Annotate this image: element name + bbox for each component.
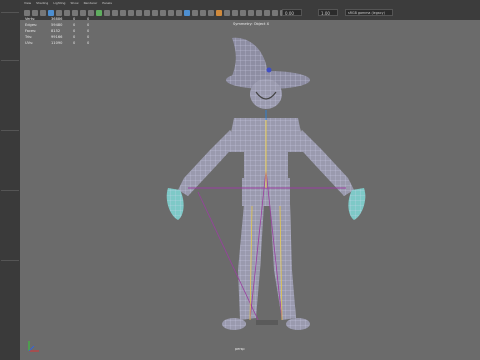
camera-label: persp bbox=[235, 347, 245, 351]
axis-gizmo-icon bbox=[28, 341, 39, 352]
motion-blur-icon[interactable] bbox=[240, 10, 246, 16]
character-mesh[interactable] bbox=[20, 20, 480, 360]
isolate-select-icon[interactable] bbox=[264, 10, 270, 16]
menu-renderer[interactable]: Renderer bbox=[84, 1, 98, 5]
toolbox-divider bbox=[1, 260, 19, 261]
legs bbox=[222, 204, 310, 330]
menu-view[interactable]: View bbox=[24, 1, 31, 5]
menu-panels[interactable]: Panels bbox=[102, 1, 112, 5]
hud-value: 11090 bbox=[51, 41, 63, 45]
panel-menu: View Shading Lighting Show Renderer Pane… bbox=[24, 1, 112, 5]
head bbox=[250, 79, 282, 109]
textured-icon[interactable] bbox=[208, 10, 214, 16]
xray-icon[interactable] bbox=[272, 10, 278, 16]
menu-shading[interactable]: Shading bbox=[36, 1, 48, 5]
safe-title-icon[interactable] bbox=[176, 10, 182, 16]
grid-icon[interactable] bbox=[128, 10, 134, 16]
resolution-gate-icon[interactable] bbox=[144, 10, 150, 16]
toolbox-divider bbox=[1, 60, 19, 61]
menu-lighting[interactable]: Lighting bbox=[53, 1, 65, 5]
camera-icon[interactable] bbox=[104, 10, 110, 16]
menu-show[interactable]: Show bbox=[70, 1, 78, 5]
safe-action-icon[interactable] bbox=[168, 10, 174, 16]
field-chart-icon[interactable] bbox=[160, 10, 166, 16]
heads-up-display: Verts: 36886 0 0 Edges: 59480 0 0 Faces:… bbox=[25, 16, 97, 46]
depth-of-field-icon[interactable] bbox=[256, 10, 262, 16]
viewport-3d[interactable]: Verts: 36886 0 0 Edges: 59480 0 0 Faces:… bbox=[20, 17, 480, 360]
colorspace-field[interactable]: sRGB gamma (legacy) bbox=[345, 9, 393, 16]
toolbox-sidebar bbox=[0, 0, 21, 360]
toolbox-divider bbox=[1, 190, 19, 191]
shadows-icon[interactable] bbox=[224, 10, 230, 16]
gamma-field[interactable]: 1.00 bbox=[318, 9, 338, 16]
gate-mask-icon[interactable] bbox=[152, 10, 158, 16]
hud-row: UVs: 11090 0 0 bbox=[25, 40, 97, 46]
exposure-field[interactable]: 0.00 bbox=[282, 9, 302, 16]
hud-label: UVs: bbox=[25, 41, 34, 45]
screen-space-ao-icon[interactable] bbox=[232, 10, 238, 16]
image-plane-icon[interactable] bbox=[120, 10, 126, 16]
light-icon[interactable] bbox=[216, 10, 222, 16]
hud-value: 0 bbox=[87, 41, 90, 45]
wireframe-icon[interactable] bbox=[184, 10, 190, 16]
hud-value: 0 bbox=[73, 41, 76, 45]
anti-alias-icon[interactable] bbox=[248, 10, 254, 16]
symmetry-label: Symmetry: Object X bbox=[233, 22, 270, 26]
default-material-icon[interactable] bbox=[200, 10, 206, 16]
bookmark-icon[interactable] bbox=[112, 10, 118, 16]
toolbox-divider bbox=[1, 12, 19, 13]
toolbox-divider bbox=[1, 130, 19, 131]
smooth-shade-icon[interactable] bbox=[192, 10, 198, 16]
film-gate-icon[interactable] bbox=[136, 10, 142, 16]
